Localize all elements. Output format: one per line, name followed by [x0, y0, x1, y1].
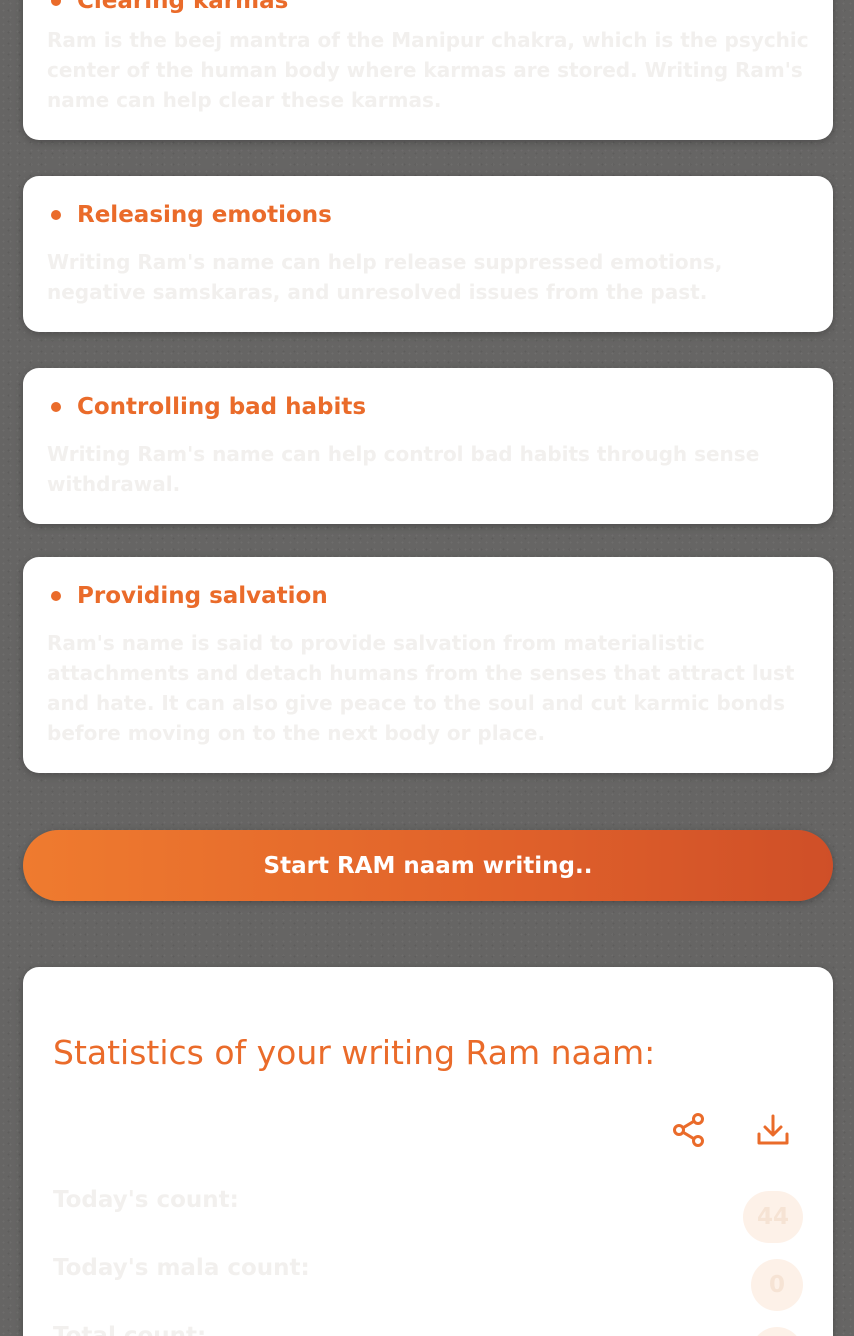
start-writing-button[interactable]: Start RAM naam writing.. — [23, 830, 833, 901]
stat-row-mala-count: Today's mala count: 0 — [53, 1255, 803, 1311]
bullet-dot — [51, 591, 61, 601]
bullet-dot — [51, 402, 61, 412]
benefit-title: Releasing emotions — [77, 202, 332, 228]
share-icon — [673, 1113, 704, 1147]
benefit-heading: Providing salvation — [51, 583, 328, 609]
benefit-title: Providing salvation — [77, 583, 328, 609]
benefit-card-providing-salvation: Providing salvation Ram's name is said t… — [23, 557, 833, 773]
today-count-value: 44 — [742, 1191, 803, 1243]
benefit-description: Ram is the beej mantra of the Manipur ch… — [47, 28, 809, 112]
bullet-dot — [51, 0, 61, 6]
benefit-description: Ram's name is said to provide salvation … — [47, 631, 795, 745]
download-icon — [757, 1114, 789, 1145]
benefit-card-controlling-bad-habits: Controlling bad habits Writing Ram's nam… — [23, 368, 833, 524]
benefit-title: Controlling bad habits — [77, 394, 367, 420]
benefit-heading: Controlling bad habits — [51, 394, 366, 420]
benefit-card-releasing-emotions: Releasing emotions Writing Ram's name ca… — [23, 176, 833, 332]
benefit-heading: Releasing emotions — [51, 202, 332, 228]
mala-count-value: 0 — [751, 1259, 803, 1311]
download-button[interactable] — [753, 1110, 793, 1150]
statistics-title: Statistics of your writing Ram naam: — [53, 1033, 656, 1072]
mala-count-label: Today's mala count: — [53, 1255, 310, 1281]
total-count-value — [751, 1327, 803, 1336]
stat-row-today-count: Today's count: 44 — [53, 1187, 803, 1243]
benefit-description: Writing Ram's name can help release supp… — [47, 250, 723, 304]
benefit-card-clearing-karmas: Clearing karmas Ram is the beej mantra o… — [23, 0, 833, 140]
benefit-description: Writing Ram's name can help control bad … — [47, 442, 760, 496]
today-count-label: Today's count: — [53, 1187, 239, 1213]
benefit-heading: Clearing karmas — [51, 0, 288, 14]
total-count-label: Total count: — [53, 1323, 207, 1336]
benefit-title: Clearing karmas — [77, 0, 289, 14]
statistics-card: Statistics of your writing Ram naam: Tod… — [23, 967, 833, 1336]
stat-row-total-count: Total count: — [53, 1323, 803, 1336]
share-button[interactable] — [669, 1110, 709, 1150]
bullet-dot — [51, 210, 61, 220]
